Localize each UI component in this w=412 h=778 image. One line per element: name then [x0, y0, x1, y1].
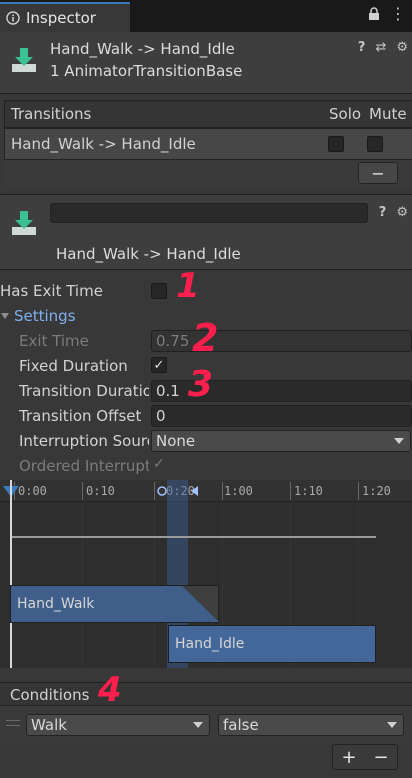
transition-duration-label: Transition Duration — [19, 382, 149, 400]
settings-gear-icon[interactable]: ⚙ — [396, 205, 408, 220]
transition-name-field[interactable] — [50, 203, 368, 223]
condition-value: false — [223, 716, 259, 734]
playhead-line — [10, 480, 12, 668]
transition-row-name: Hand_Walk -> Hand_Idle — [11, 135, 196, 153]
remove-transition-button[interactable]: − — [358, 162, 398, 184]
settings-gear-icon[interactable]: ⚙ — [396, 40, 408, 55]
transitions-header: Transitions Solo Mute — [4, 100, 412, 128]
fixed-duration-checkbox[interactable]: ✓ — [151, 357, 167, 373]
transition-offset-field[interactable]: 0 — [151, 405, 412, 427]
settings-label: Settings — [14, 307, 76, 325]
transition-detail-header: ? ⚙ Hand_Walk -> Hand_Idle — [0, 194, 412, 270]
settings-foldout[interactable]: Settings — [0, 307, 76, 325]
exit-time-field[interactable]: 0.75 — [151, 330, 412, 352]
condition-value-dropdown[interactable]: false — [218, 714, 404, 736]
inspector-header: Hand_Walk -> Hand_Idle 1 AnimatorTransit… — [0, 32, 412, 94]
header-title: Hand_Walk -> Hand_Idle — [50, 40, 235, 58]
tab-inspector[interactable]: Inspector — [0, 2, 130, 32]
chevron-down-icon — [193, 722, 203, 728]
solo-column-label: Solo — [329, 105, 362, 123]
clip-label-from: Hand_Walk — [17, 596, 95, 612]
more-menu-icon[interactable]: ⋮ — [390, 6, 406, 22]
transition-row[interactable]: Hand_Walk -> Hand_Idle — [4, 128, 412, 160]
info-icon — [6, 11, 20, 25]
condition-parameter-value: Walk — [31, 716, 67, 734]
conditions-header: Conditions — [0, 682, 412, 706]
transition-start-marker-icon[interactable] — [156, 485, 168, 497]
help-icon[interactable]: ? — [379, 205, 387, 220]
tab-bar: Inspector ⋮ — [0, 0, 412, 32]
exit-time-label: Exit Time — [19, 332, 89, 350]
chevron-down-icon — [1, 313, 9, 319]
transition-offset-label: Transition Offset — [19, 407, 142, 425]
help-icon[interactable]: ? — [358, 40, 366, 55]
annotation-mark-3: 3 — [188, 364, 214, 405]
tab-title: Inspector — [26, 9, 96, 27]
drag-handle-icon[interactable] — [6, 720, 20, 726]
tick-label: 1:20 — [362, 484, 391, 498]
presets-icon[interactable]: ⇄ — [375, 40, 386, 55]
chevron-down-icon — [394, 438, 404, 444]
tick-label: 0:10 — [86, 484, 115, 498]
header-subtitle: 1 AnimatorTransitionBase — [50, 62, 243, 80]
annotation-mark-1: 1 — [176, 266, 200, 306]
lock-icon[interactable] — [368, 7, 380, 21]
ordered-interruption-label: Ordered Interruption — [19, 457, 149, 475]
transitions-column-label: Transitions — [11, 105, 92, 123]
timeline-ruler[interactable]: 0:00 0:10 0:20 1:00 1:10 1:20 — [0, 480, 412, 502]
interruption-source-label: Interruption Source — [19, 432, 149, 450]
tick-label: 1:00 — [224, 484, 253, 498]
interruption-source-value: None — [156, 432, 196, 450]
transition-end-marker-icon[interactable] — [188, 485, 200, 497]
transitions-list: Transitions Solo Mute Hand_Walk -> Hand_… — [4, 100, 412, 188]
tick-label: 1:10 — [294, 484, 323, 498]
condition-add-remove: + − — [332, 744, 398, 770]
remove-condition-button[interactable]: − — [373, 747, 388, 768]
blend-curve — [12, 536, 376, 538]
annotation-mark-4: 4 — [98, 670, 122, 710]
mute-checkbox[interactable] — [367, 136, 383, 152]
annotation-mark-2: 2 — [192, 316, 219, 360]
solo-checkbox[interactable] — [328, 136, 344, 152]
clip-label-to: Hand_Idle — [175, 636, 245, 652]
has-exit-time-label: Has Exit Time — [0, 282, 103, 300]
mute-column-label: Mute — [369, 105, 407, 123]
transition-icon — [12, 211, 36, 235]
condition-row[interactable]: Walk false — [0, 706, 412, 744]
chevron-down-icon — [387, 722, 397, 728]
clip-bar-hand-idle[interactable]: Hand_Idle — [168, 625, 376, 663]
detail-title: Hand_Walk -> Hand_Idle — [56, 245, 241, 263]
transition-timeline[interactable]: 0:00 0:10 0:20 1:00 1:10 1:20 Hand_Walk … — [0, 480, 412, 668]
transition-icon — [12, 48, 36, 72]
tick-label: 0:00 — [18, 484, 47, 498]
ordered-interruption-checkbox[interactable]: ✓ — [153, 456, 165, 472]
condition-parameter-dropdown[interactable]: Walk — [26, 714, 210, 736]
add-condition-button[interactable]: + — [341, 747, 356, 768]
clip-bar-hand-walk[interactable]: Hand_Walk — [10, 585, 219, 623]
has-exit-time-checkbox[interactable] — [151, 283, 167, 299]
conditions-title: Conditions — [10, 686, 90, 704]
interruption-source-dropdown[interactable]: None — [151, 430, 411, 452]
fixed-duration-label: Fixed Duration — [19, 357, 128, 375]
